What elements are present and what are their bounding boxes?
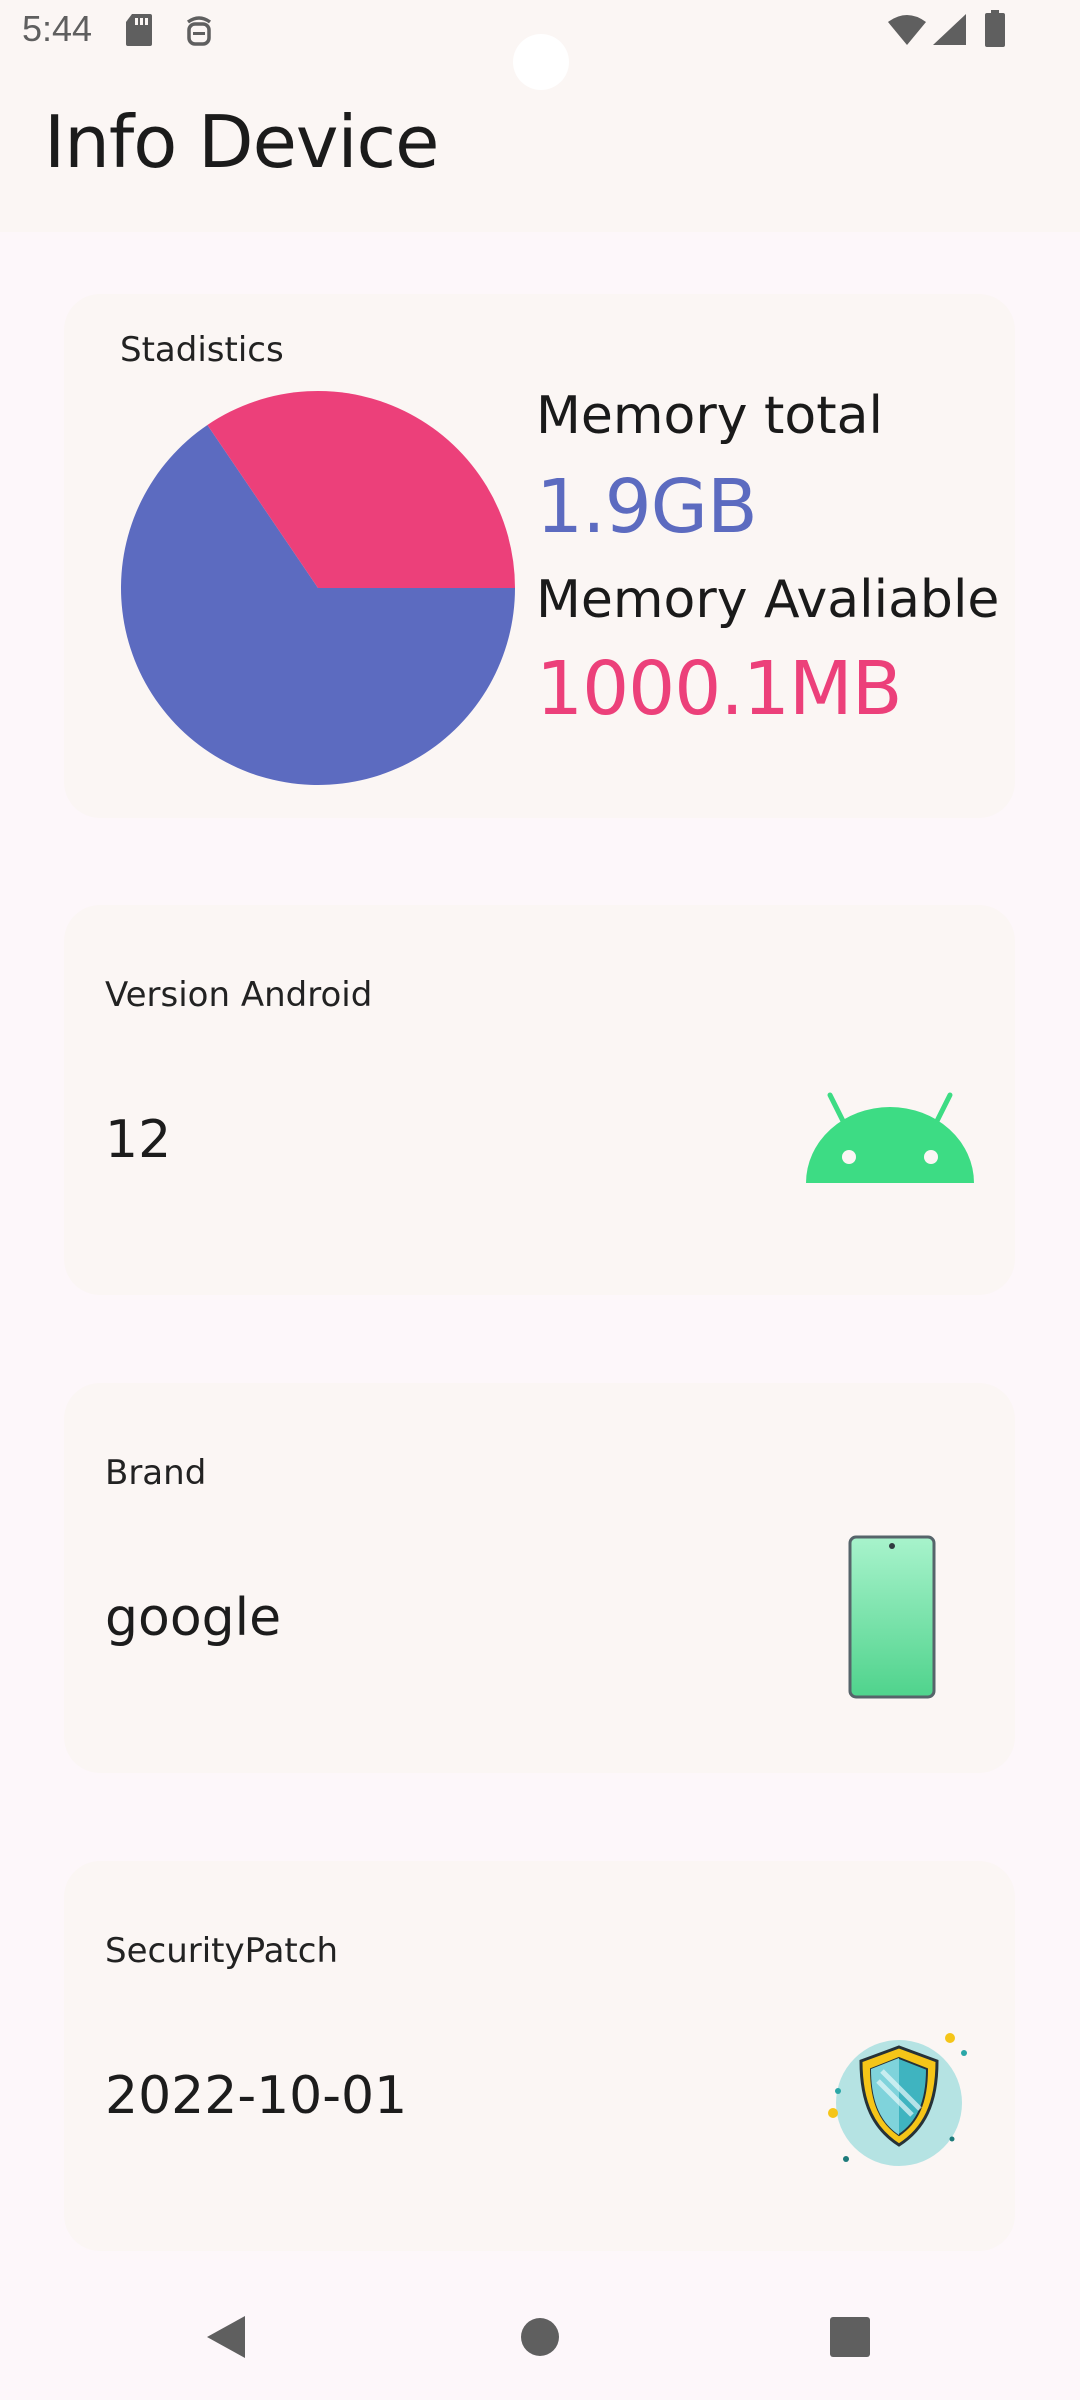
- status-time: 5:44: [22, 8, 93, 49]
- home-icon[interactable]: [520, 2317, 560, 2357]
- security-patch-label: SecurityPatch: [105, 1931, 339, 1971]
- camera-cutout: [513, 34, 569, 90]
- sd-card-icon: [126, 14, 152, 46]
- brand-card: Brand google: [64, 1383, 1015, 1773]
- version-android-value: 12: [105, 1110, 172, 1170]
- security-patch-card: SecurityPatch 2022-10-01: [64, 1861, 1015, 2251]
- security-patch-value: 2022-10-01: [105, 2066, 408, 2126]
- back-icon[interactable]: [205, 2314, 247, 2360]
- statistics-card: Stadistics Memory total 1.9GB Memory Ava…: [64, 294, 1015, 818]
- statistics-label: Stadistics: [120, 330, 284, 370]
- brand-label: Brand: [105, 1453, 207, 1493]
- memory-available-value: 1000.1MB: [536, 646, 903, 732]
- shield-icon: [828, 2033, 967, 2166]
- brand-value: google: [105, 1588, 282, 1648]
- memory-total-label: Memory total: [536, 386, 883, 446]
- navigation-bar: [0, 2276, 1080, 2400]
- page-title: Info Device: [44, 100, 439, 184]
- recents-icon[interactable]: [830, 2317, 870, 2357]
- android-icon: [806, 1092, 974, 1183]
- memory-total-value: 1.9GB: [536, 464, 758, 550]
- memory-pie-chart: [120, 391, 515, 785]
- battery-icon: [985, 10, 1005, 47]
- phone-icon: [848, 1535, 936, 1699]
- version-android-label: Version Android: [105, 975, 373, 1015]
- memory-available-label: Memory Avaliable: [536, 570, 1000, 630]
- debug-icon: [186, 16, 212, 46]
- version-android-card: Version Android 12: [64, 905, 1015, 1295]
- wifi-icon: [888, 15, 926, 45]
- signal-icon: [933, 14, 966, 45]
